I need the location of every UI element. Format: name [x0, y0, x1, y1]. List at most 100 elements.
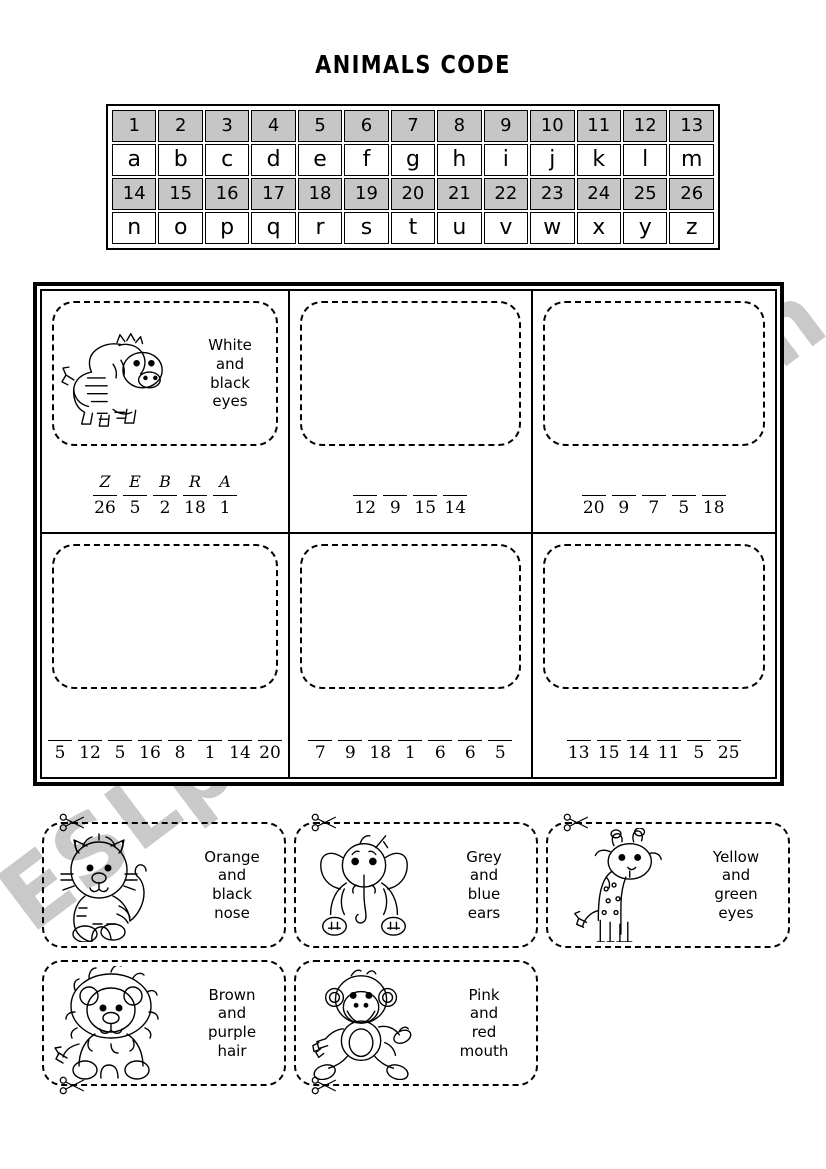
code-table-row: nopqrstuvwxyz [112, 212, 714, 244]
puzzle-cell: 7 9 18 1 6 6 5 [290, 534, 533, 777]
answer-slot[interactable]: 5 [108, 719, 132, 763]
code-number-hint: 9 [344, 743, 356, 764]
cutout-card[interactable]: Orange and black nose [42, 813, 286, 948]
code-letter: m [669, 144, 714, 176]
answer-slot[interactable]: 16 [138, 719, 162, 763]
clue-caption: Brown and purple hair [188, 986, 278, 1061]
answer-slot[interactable]: 20 [581, 474, 606, 519]
answer-letter[interactable]: Z [99, 473, 110, 493]
code-number-hint: 7 [648, 498, 660, 519]
clue-caption-line: and [721, 866, 751, 885]
answer-line [198, 738, 222, 742]
code-number-hint: 7 [314, 743, 326, 764]
puzzle-answer-dropzone[interactable] [52, 544, 278, 689]
code-number: 18 [297, 178, 343, 210]
code-number: 10 [530, 110, 575, 142]
answer-letter[interactable]: B [159, 473, 171, 493]
scissors-icon [311, 1076, 336, 1095]
cutout-card[interactable]: Brown and purple hair [42, 960, 286, 1095]
clue-caption-line: mouth [459, 1041, 509, 1060]
code-number-hint: 14 [229, 743, 251, 764]
answer-slot[interactable]: 20 [258, 719, 282, 763]
code-letter: d [251, 144, 296, 176]
answer-slot[interactable]: E5 [123, 473, 147, 518]
answer-letter[interactable]: E [129, 473, 141, 493]
answer-slot[interactable]: 15 [413, 474, 438, 518]
answer-slot[interactable]: 1 [198, 719, 222, 763]
scissors-icon [311, 813, 336, 832]
code-letter: l [622, 144, 668, 176]
answer-slot[interactable]: 9 [611, 474, 636, 518]
answer-slot[interactable]: 5 [48, 719, 72, 763]
answer-row: 12 9 15 14 [296, 474, 525, 526]
elephant-icon [300, 828, 428, 942]
answer-slot[interactable]: 7 [641, 474, 666, 519]
code-number: 16 [204, 178, 250, 210]
code-number-hint: 18 [702, 498, 725, 519]
answer-slot[interactable]: B2 [153, 473, 177, 518]
answer-slot[interactable]: 25 [716, 719, 741, 763]
code-number: 3 [204, 110, 250, 142]
puzzle-answer-dropzone[interactable] [300, 544, 521, 689]
answer-slot[interactable]: 15 [596, 719, 621, 763]
code-letter: c [204, 144, 250, 176]
puzzle-answer-dropzone[interactable] [300, 301, 521, 446]
answer-line [228, 738, 252, 742]
code-number: 9 [483, 110, 529, 142]
answer-slot[interactable]: 6 [428, 719, 453, 763]
code-number: 14 [112, 178, 157, 210]
clue-caption-line: and [217, 866, 247, 885]
answer-slot[interactable]: 12 [353, 474, 378, 519]
answer-slot[interactable]: 14 [228, 719, 252, 763]
answer-slot[interactable]: 7 [308, 719, 333, 764]
answer-slot[interactable]: 9 [338, 719, 363, 764]
answer-slot[interactable]: 14 [443, 474, 468, 518]
scissors-icon [58, 1075, 86, 1097]
code-number: 23 [530, 178, 575, 210]
answer-slot[interactable]: 6 [458, 719, 483, 763]
puzzle-cell: 5 12 5 16 8 1 14 20 [42, 534, 290, 777]
answer-line [596, 738, 621, 742]
answer-slot[interactable]: 12 [78, 719, 102, 763]
answer-slot[interactable]: 11 [656, 719, 681, 763]
answer-slot[interactable]: 1 [398, 719, 423, 763]
answer-line [566, 738, 591, 742]
answer-letter[interactable]: R [189, 473, 201, 493]
cutout-cards: Orangeandblacknose Greyandblueears [42, 813, 792, 1098]
puzzle-answer-dropzone[interactable] [542, 544, 765, 689]
zebra-icon [61, 332, 163, 427]
code-number-hint: 20 [582, 498, 605, 519]
answer-line [656, 738, 681, 742]
code-table-row: 1 2 3 4 5 6 7 8 9 10 11 12 13 [112, 110, 714, 142]
answer-slot[interactable]: R 18 [183, 473, 207, 518]
cutout-card[interactable]: Pink and red mouth [294, 960, 538, 1095]
answer-slot[interactable]: A1 [213, 473, 237, 518]
cutout-card[interactable]: Yellow and green eyes [546, 813, 790, 948]
cutout-card[interactable]: Grey and blue ears [294, 813, 538, 948]
code-table-row: abcdefghijklm [112, 144, 714, 176]
code-number-hint: 12 [354, 498, 377, 519]
puzzle-answer-dropzone[interactable] [542, 301, 765, 446]
answer-slot[interactable]: 18 [368, 719, 393, 763]
answer-line [383, 493, 408, 497]
answer-slot[interactable]: 5 [671, 474, 696, 518]
clue-caption-line: black [212, 885, 252, 903]
code-number: 21 [437, 178, 482, 210]
answer-slot[interactable]: 5 [686, 719, 711, 763]
lion-icon [54, 966, 159, 1080]
tiger-icon [48, 828, 176, 942]
answer-slot[interactable]: 9 [383, 474, 408, 518]
answer-slot[interactable]: 13 [566, 719, 591, 763]
answer-slot[interactable]: 5 [488, 719, 513, 763]
puzzle-cell: White and black eyes Z 26 E 5 B 2 R 18 A 1 [42, 291, 290, 534]
answer-slot[interactable]: 18 [701, 474, 726, 519]
code-letter: n [112, 212, 157, 244]
code-letter: a [112, 144, 157, 176]
answer-slot[interactable]: 14 [626, 719, 651, 763]
answer-line [641, 493, 666, 497]
answer-slot[interactable]: 8 [168, 719, 192, 763]
answer-letter[interactable]: A [219, 473, 231, 493]
card-row: Brown and purple hair Pink and red mouth [42, 960, 792, 1095]
answer-line [458, 738, 483, 742]
answer-slot[interactable]: Z 26 [93, 473, 117, 518]
